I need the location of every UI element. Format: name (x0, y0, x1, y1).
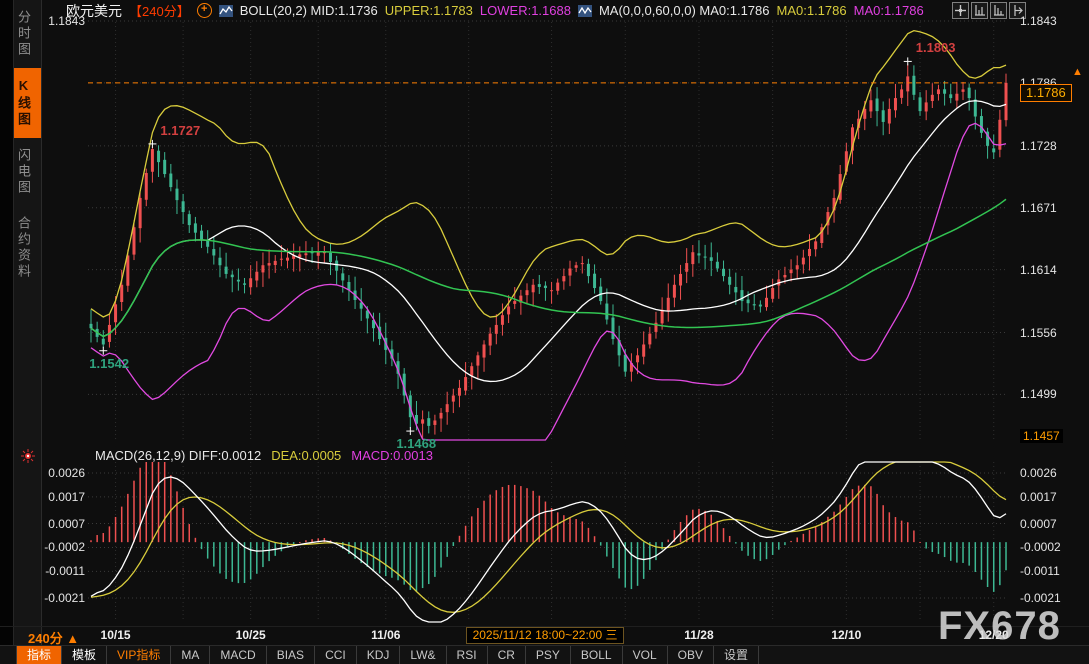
extreme-price-annotation: 1.1803 (916, 40, 956, 55)
footer-tab-CR[interactable]: CR (488, 646, 526, 664)
time-axis-label: 12/10 (816, 628, 876, 642)
footer-tab-KDJ[interactable]: KDJ (357, 646, 401, 664)
macd-axis-label: 0.0007 (1020, 517, 1084, 531)
macd-axis-label: 0.0007 (30, 517, 85, 531)
footer-tab-BOLL[interactable]: BOLL (571, 646, 623, 664)
footer-tab-模板[interactable]: 模板 (62, 646, 107, 664)
current-price-tag: 1.1786 (1020, 84, 1072, 102)
time-axis-label: 11/28 (669, 628, 729, 642)
price-axis-label: 1.1556 (1020, 326, 1084, 340)
crosshair-date-label: 2025/11/12 18:00~22:00 三 (466, 627, 625, 644)
footer-tab-BIAS[interactable]: BIAS (267, 646, 315, 664)
footer-tab-VOL[interactable]: VOL (623, 646, 668, 664)
time-axis-label: 10/25 (221, 628, 281, 642)
extreme-price-annotation: 1.1468 (396, 436, 436, 451)
footer-tab-MA[interactable]: MA (171, 646, 210, 664)
time-axis-label: 11/06 (356, 628, 416, 642)
macd-axis-label: 0.0026 (1020, 466, 1084, 480)
macd-dea-label: DEA:0.0005 (271, 448, 341, 463)
price-axis-left-top-label: 1.1843 (30, 14, 85, 28)
footer-tab-VIP指标[interactable]: VIP指标 (107, 646, 171, 664)
price-axis-label: 1.1671 (1020, 201, 1084, 215)
extreme-price-annotation: 1.1542 (89, 356, 129, 371)
footer-tab-MACD[interactable]: MACD (210, 646, 266, 664)
footer-tab-LW&[interactable]: LW& (400, 646, 446, 664)
price-axis-label: 1.1614 (1020, 263, 1084, 277)
macd-axis-label: -0.0021 (30, 591, 85, 605)
price-axis-label: 1.1728 (1020, 139, 1084, 153)
macd-axis-label: -0.0021 (1020, 591, 1084, 605)
macd-axis-label: 0.0017 (1020, 490, 1084, 504)
price-axis-bottom-label: 1.1457 (1020, 429, 1063, 443)
chart-canvas[interactable] (0, 0, 1089, 664)
price-up-arrow-icon: ▲ (1072, 66, 1083, 78)
footer-tab-设置[interactable]: 设置 (714, 646, 759, 664)
footer-tab-指标[interactable]: 指标 (16, 646, 62, 664)
price-axis-label: 1.1843 (1020, 14, 1084, 28)
price-axis-label: 1.1499 (1020, 387, 1084, 401)
time-axis: 2025/11/12 18:00~22:00 三 10/15 10/25 11/06… (0, 626, 1089, 645)
footer-tab-OBV[interactable]: OBV (668, 646, 714, 664)
trading-app-window: 分时图K线图闪电图合约资料 欧元美元 【240分】 + BOLL(20,2) M… (0, 0, 1089, 664)
macd-header: MACD(26,12,9) DIFF:0.0012 DEA:0.0005 MAC… (95, 448, 433, 463)
macd-axis-label: -0.0011 (30, 564, 85, 578)
macd-diff-label: MACD(26,12,9) DIFF:0.0012 (95, 448, 261, 463)
macd-axis-label: -0.0002 (30, 540, 85, 554)
footer-tab-RSI[interactable]: RSI (447, 646, 488, 664)
footer-tab-PSY[interactable]: PSY (526, 646, 571, 664)
time-axis-label: 10/15 (86, 628, 146, 642)
footer-tab-CCI[interactable]: CCI (315, 646, 357, 664)
macd-axis-label: 0.0017 (30, 490, 85, 504)
macd-axis-label: 0.0026 (30, 466, 85, 480)
extreme-price-annotation: 1.1727 (160, 123, 200, 138)
macd-axis-label: -0.0002 (1020, 540, 1084, 554)
fx678-watermark: FX678 (938, 604, 1061, 649)
indicator-toolbar: 指标模板VIP指标MAMACDBIASCCIKDJLW&RSICRPSYBOLL… (0, 645, 1089, 664)
macd-axis-label: -0.0011 (1020, 564, 1084, 578)
